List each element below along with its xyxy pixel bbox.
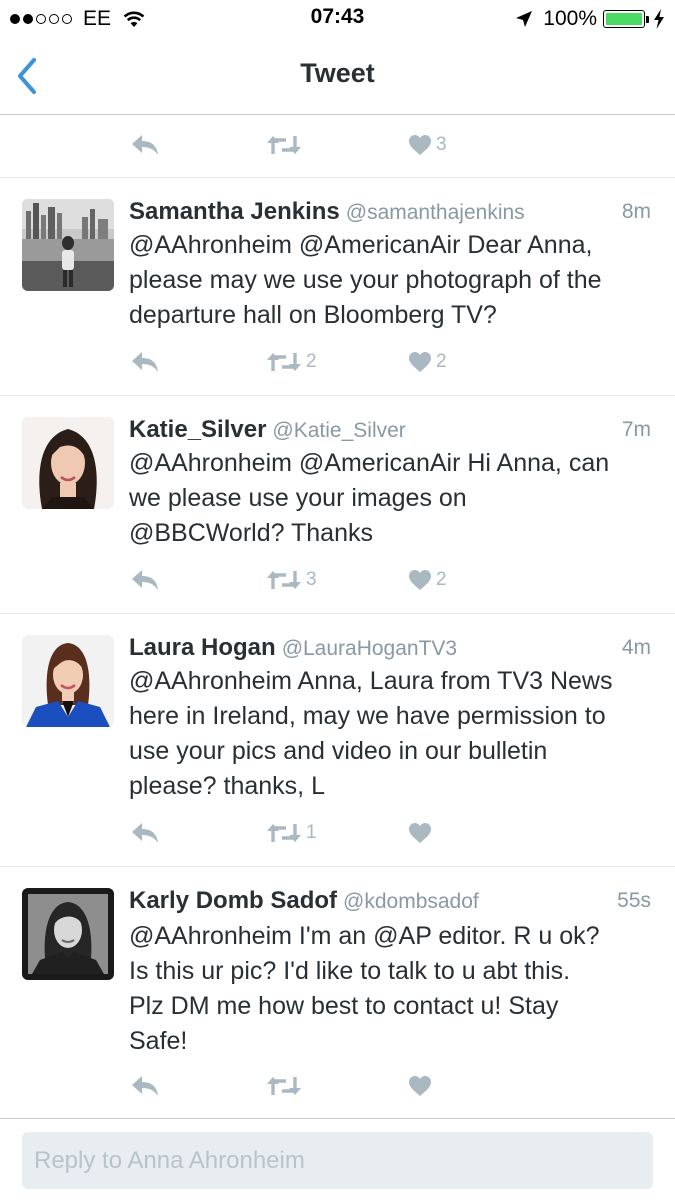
battery-icon [603,10,645,28]
action-row: 3 [0,125,675,165]
reply-icon [132,823,158,843]
reply-icon [132,352,158,372]
tweet-header: Karly Domb Sadof @kdombsadof 55s [129,887,651,919]
avatar[interactable] [22,888,114,980]
tweet-header: Katie_Silver @Katie_Silver 7m [129,416,651,448]
battery-fill [606,13,642,25]
status-right: 100% [515,6,665,32]
page-title: Tweet [300,58,375,88]
tweet-time: 8m [621,200,651,223]
previous-tweet-actions: 3 [0,115,675,178]
user-handle[interactable]: @Katie_Silver [272,419,405,442]
nav-bar: Tweet [0,38,675,115]
reply-button[interactable] [130,125,164,165]
retweet-button[interactable]: 2 [266,342,317,382]
action-row: 2 2 [0,342,675,382]
like-button[interactable] [408,813,436,853]
user-handle[interactable]: @samanthajenkins [346,201,525,224]
tweet-time: 7m [621,418,651,441]
avatar[interactable] [22,199,114,291]
avatar-image [22,635,114,727]
retweet-count: 2 [306,351,317,372]
reply-icon [132,1076,158,1096]
avatar[interactable] [22,417,114,509]
heart-icon [409,570,431,590]
like-button[interactable]: 2 [408,560,447,600]
retweet-button[interactable]: 3 [266,560,317,600]
like-count: 3 [436,134,447,155]
reply-icon [132,135,158,155]
location-arrow-icon [516,11,533,27]
retweet-icon [267,353,301,371]
status-bar: EE 07:43 100% [0,0,675,38]
heart-icon [409,352,431,372]
tweet-time: 55s [617,889,651,912]
action-row [0,1066,675,1106]
avatar-image [22,888,114,980]
like-count: 2 [436,569,447,590]
tweet-time: 4m [621,636,651,659]
heart-icon [409,823,431,843]
retweet-button[interactable]: 1 [266,813,317,853]
tweet-text: @AAhronheim @AmericanAir Hi Anna, can we… [129,449,610,547]
retweet-button[interactable] [266,125,306,165]
tweet-text: @AAhronheim I'm an @AP editor. R u ok? I… [129,922,600,1055]
display-name[interactable]: Karly Domb Sadof [129,887,337,914]
reply-button[interactable] [130,813,164,853]
retweet-count: 3 [306,569,317,590]
reply-button[interactable] [130,342,164,382]
avatar-image [22,417,114,509]
like-button[interactable]: 2 [408,342,447,382]
avatar-image [22,199,114,291]
reply-bar [0,1118,675,1200]
tweet-header: Samantha Jenkins @samanthajenkins 8m [129,198,651,230]
charging-bolt-icon [654,9,664,29]
tweet-item[interactable]: Samantha Jenkins @samanthajenkins 8m @AAh… [0,178,675,396]
like-button[interactable]: 3 [408,125,447,165]
retweet-icon [267,824,301,842]
tweet-item[interactable]: Katie_Silver @Katie_Silver 7m @AAhronheim… [0,396,675,614]
action-row: 3 2 [0,560,675,600]
battery-percent: 100% [543,7,597,30]
action-row: 1 [0,813,675,853]
user-handle[interactable]: @kdombsadof [343,890,479,913]
like-count: 2 [436,351,447,372]
reply-button[interactable] [130,560,164,600]
heart-icon [409,1076,431,1096]
user-handle[interactable]: @LauraHoganTV3 [282,637,457,660]
retweet-button[interactable] [266,1066,306,1106]
reply-button[interactable] [130,1066,164,1106]
retweet-count: 1 [306,822,317,843]
avatar[interactable] [22,635,114,727]
retweet-icon [267,136,301,154]
tweet-header: Laura Hogan @LauraHoganTV3 4m [129,634,651,666]
display-name[interactable]: Katie_Silver [129,416,266,443]
tweet-item[interactable]: Laura Hogan @LauraHoganTV3 4m @AAhronheim… [0,614,675,867]
reply-icon [132,570,158,590]
display-name[interactable]: Laura Hogan [129,634,276,661]
battery-tip [646,15,649,23]
retweet-icon [267,571,301,589]
like-button[interactable] [408,1066,436,1106]
retweet-icon [267,1077,301,1095]
tweet-text: @AAhronheim Anna, Laura from TV3 News he… [129,667,613,800]
heart-icon [409,135,431,155]
display-name[interactable]: Samantha Jenkins [129,198,340,225]
reply-input[interactable] [22,1132,653,1189]
tweet-item[interactable]: Karly Domb Sadof @kdombsadof 55s @AAhronh… [0,867,675,1118]
tweet-text: @AAhronheim @AmericanAir Dear Anna, plea… [129,231,602,329]
